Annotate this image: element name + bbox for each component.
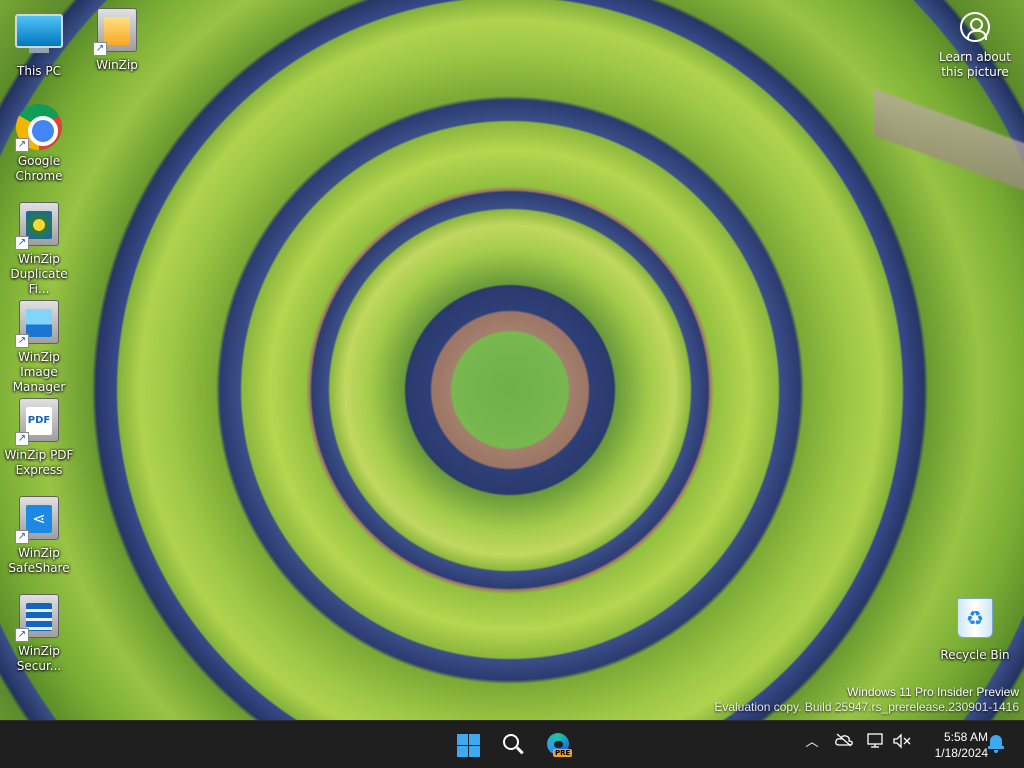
camera-info-icon [960,12,990,42]
network-icon[interactable] [866,733,886,753]
shortcut-arrow-icon: ↗ [15,138,29,152]
recycle-bin-icon: ♻ [951,598,999,646]
watermark-edition: Windows 11 Pro Insider Preview [847,685,1019,699]
desktop-icon-google-chrome[interactable]: ↗ Google Chrome [0,104,78,184]
desktop-icon-winzip-secure-backup[interactable]: ↗ WinZip Secur... [0,594,78,674]
windows-start-icon[interactable] [452,729,484,761]
winzip-pdf-express-icon: PDF ↗ [15,398,63,446]
winzip-safeshare-icon: ⋖ ↗ [15,496,63,544]
windows-watermark: Windows 11 Pro Insider Preview Evaluatio… [714,685,1019,715]
taskbar: PRE ︿ 5:58 AM 1/18/2024 [0,720,1024,768]
learn-about-line1: Learn about [939,50,1011,64]
desktop-icon-label: This PC [17,64,61,78]
desktop-icon-label: WinZip Secur... [16,644,62,673]
winzip-duplicate-finder-icon: ↗ [15,202,63,250]
desktop-icon-label: Recycle Bin [940,648,1010,662]
edge-icon[interactable]: PRE [542,729,574,761]
desktop-icon-label: Google Chrome [15,154,63,183]
shortcut-arrow-icon: ↗ [15,432,29,446]
shortcut-arrow-icon: ↗ [15,530,29,544]
winzip-secure-backup-icon: ↗ [15,594,63,642]
clock-time: 5:58 AM [943,730,988,744]
chrome-icon: ↗ [15,104,63,152]
volume-muted-icon[interactable] [892,733,912,753]
watermark-build: Evaluation copy. Build 25947.rs_prerelea… [714,700,1019,714]
desktop-icon-label: WinZip [96,58,138,72]
taskbar-clock[interactable]: 5:58 AM 1/18/2024 [918,729,988,761]
desktop-wallpaper [0,0,1024,720]
desktop-icon-winzip-duplicate-finder[interactable]: ↗ WinZip Duplicate Fi... [0,202,78,297]
desktop-icon-winzip-pdf-express[interactable]: PDF ↗ WinZip PDF Express [0,398,78,478]
desktop-icon-winzip[interactable]: ↗ WinZip [78,8,156,73]
shortcut-arrow-icon: ↗ [15,628,29,642]
winzip-icon: ↗ [93,8,141,56]
desktop-icon-winzip-safeshare[interactable]: ⋖ ↗ WinZip SafeShare [0,496,78,576]
shortcut-arrow-icon: ↗ [15,334,29,348]
edge-pre-badge: PRE [553,749,573,757]
desktop-icon-label: WinZip Image Manager [12,350,66,394]
search-icon[interactable] [497,729,529,761]
desktop-icon-label: WinZip SafeShare [8,546,70,575]
clock-date: 1/18/2024 [934,746,988,760]
desktop-icon-label: WinZip Duplicate Fi... [10,252,68,296]
learn-about-this-picture[interactable]: Learn about this picture [936,12,1014,80]
shortcut-arrow-icon: ↗ [15,236,29,250]
learn-about-line2: this picture [941,65,1009,79]
desktop-icon-winzip-image-manager[interactable]: ↗ WinZip Image Manager [0,300,78,395]
desktop-icon-label: WinZip PDF Express [4,448,74,477]
desktop-icon-recycle-bin[interactable]: ♻ Recycle Bin [936,594,1014,663]
chevron-up-icon[interactable]: ︿ [802,733,822,753]
this-pc-icon [15,14,63,62]
onedrive-icon[interactable] [834,733,854,753]
shortcut-arrow-icon: ↗ [93,42,107,56]
bell-icon[interactable] [988,735,1004,753]
desktop-icon-this-pc[interactable]: This PC [0,8,78,79]
winzip-image-manager-icon: ↗ [15,300,63,348]
